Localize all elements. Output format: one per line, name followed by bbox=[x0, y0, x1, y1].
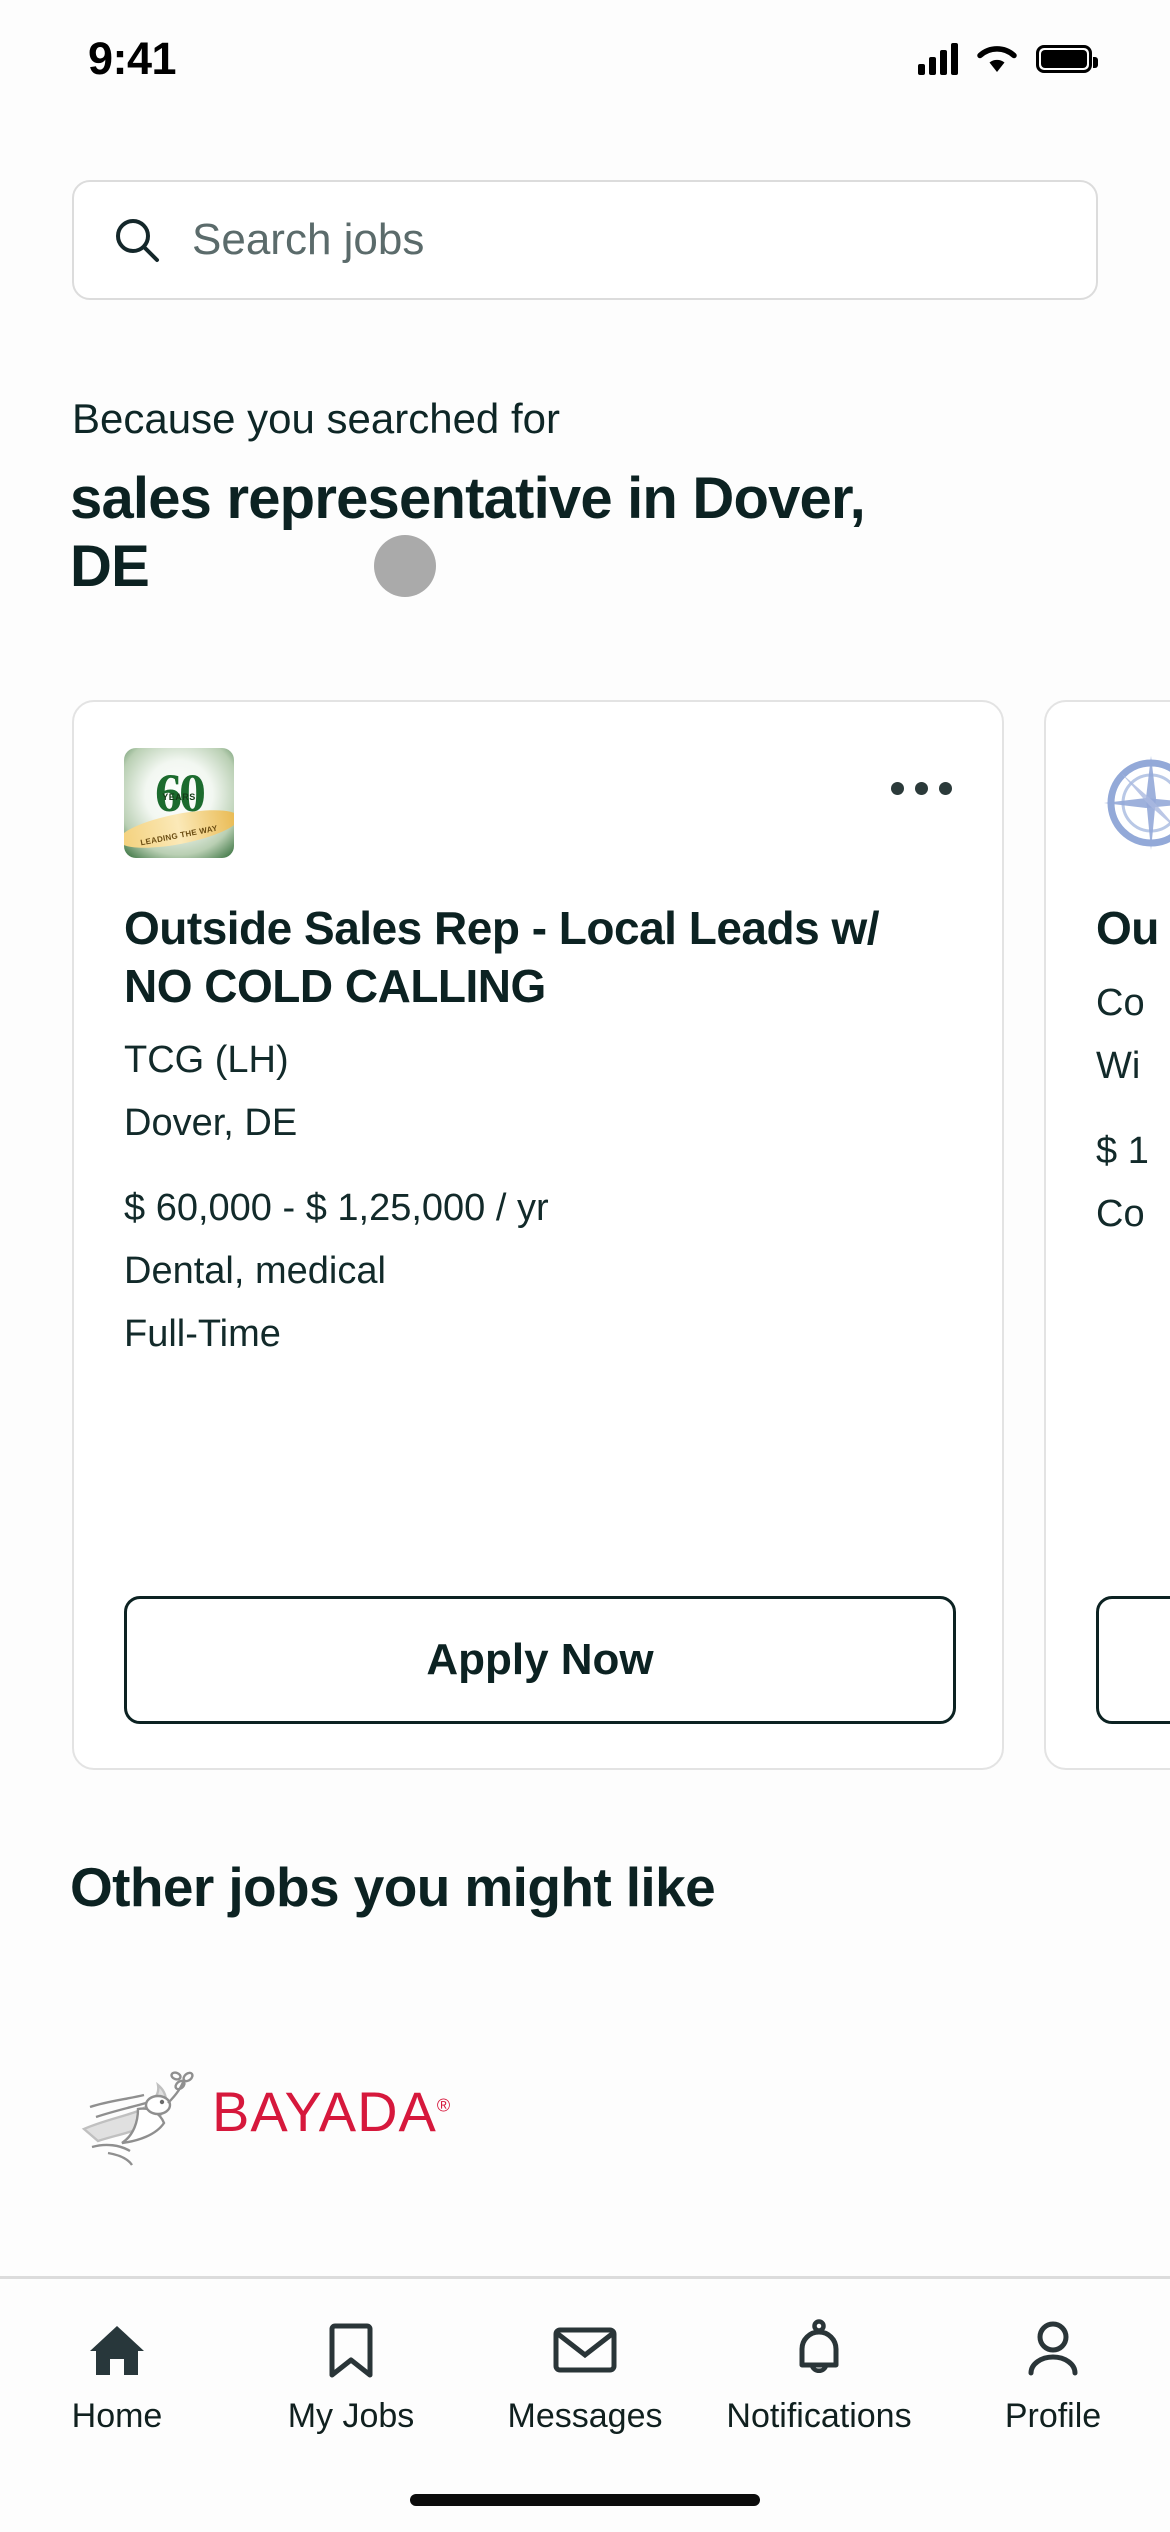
job-title: Outside Sales Rep - Local Leads w/ NO CO… bbox=[124, 902, 880, 1012]
job-benefits: Co bbox=[1096, 1192, 1145, 1235]
trademark-symbol: ® bbox=[436, 2094, 452, 2115]
job-title: Ou bbox=[1096, 902, 1159, 954]
job-location: Wi bbox=[1096, 1044, 1141, 1087]
logo-years-label: YEARS bbox=[162, 792, 196, 802]
nav-item-messages[interactable]: Messages bbox=[468, 2319, 702, 2436]
nav-item-profile[interactable]: Profile bbox=[936, 2319, 1170, 2436]
envelope-icon bbox=[552, 2319, 618, 2381]
touch-indicator bbox=[374, 535, 436, 597]
job-salary: $ 60,000 - $ 1,25,000 / yr bbox=[124, 1187, 549, 1230]
battery-icon bbox=[1036, 45, 1098, 73]
other-jobs-heading: Other jobs you might like bbox=[70, 1856, 716, 1918]
nav-item-home[interactable]: Home bbox=[0, 2319, 234, 2436]
apply-now-button[interactable] bbox=[1096, 1596, 1170, 1724]
nav-item-my-jobs[interactable]: My Jobs bbox=[234, 2319, 468, 2436]
job-card[interactable]: Ou Co Wi $ 1 Co bbox=[1044, 700, 1170, 1770]
more-horizontal-icon[interactable] bbox=[891, 748, 952, 795]
recommended-jobs-rail[interactable]: 60 YEARS LEADING THE WAY Outside Sales R… bbox=[72, 700, 1170, 1770]
job-salary: $ 1 bbox=[1096, 1129, 1149, 1172]
job-card-header bbox=[1096, 748, 1170, 858]
job-card-header: 60 YEARS LEADING THE WAY bbox=[124, 748, 952, 858]
home-indicator bbox=[410, 2494, 760, 2506]
status-bar-time: 9:41 bbox=[88, 33, 177, 84]
job-company: Co bbox=[1096, 981, 1145, 1024]
nav-label-my-jobs: My Jobs bbox=[287, 2397, 415, 2435]
bell-icon bbox=[791, 2319, 847, 2381]
status-bar-icons bbox=[918, 43, 1098, 75]
nav-label-messages: Messages bbox=[507, 2397, 663, 2435]
nav-label-profile: Profile bbox=[1004, 2397, 1102, 2435]
job-card[interactable]: 60 YEARS LEADING THE WAY Outside Sales R… bbox=[72, 700, 1004, 1770]
bayada-brand-text: BAYADA bbox=[212, 2079, 437, 2143]
job-type: Full-Time bbox=[124, 1313, 281, 1356]
page-title: sales representative in Dover, DE bbox=[70, 466, 866, 599]
job-location: Dover, DE bbox=[124, 1102, 298, 1145]
bayada-promo[interactable]: BAYADA® bbox=[72, 2055, 451, 2167]
search-icon bbox=[116, 219, 159, 262]
home-icon bbox=[86, 2319, 148, 2381]
search-context-eyebrow: Because you searched for bbox=[72, 395, 560, 442]
search-placeholder: Search jobs bbox=[192, 215, 425, 264]
nav-item-notifications[interactable]: Notifications bbox=[702, 2319, 936, 2436]
nav-label-notifications: Notifications bbox=[726, 2397, 912, 2435]
bookmark-icon bbox=[327, 2319, 375, 2381]
search-input[interactable]: Search jobs bbox=[72, 180, 1098, 300]
nav-label-home: Home bbox=[71, 2397, 163, 2435]
wifi-icon bbox=[977, 46, 1017, 72]
phone-screen: 9:41 Search jobs Because you searched fo… bbox=[0, 0, 1170, 2532]
job-benefits: Dental, medical bbox=[124, 1250, 386, 1293]
signal-bars-icon bbox=[918, 43, 958, 75]
status-bar: 9:41 bbox=[0, 0, 1170, 118]
apply-now-button[interactable]: Apply Now bbox=[124, 1596, 956, 1724]
compass-rose-logo bbox=[1096, 748, 1170, 858]
dove-olive-branch-logo bbox=[81, 2071, 194, 2166]
sixty-years-leading-the-way-logo: 60 YEARS LEADING THE WAY bbox=[124, 748, 234, 858]
person-icon bbox=[1025, 2319, 1081, 2381]
job-company: TCG (LH) bbox=[124, 1039, 289, 1081]
bayada-wordmark: BAYADA® bbox=[212, 2079, 451, 2144]
